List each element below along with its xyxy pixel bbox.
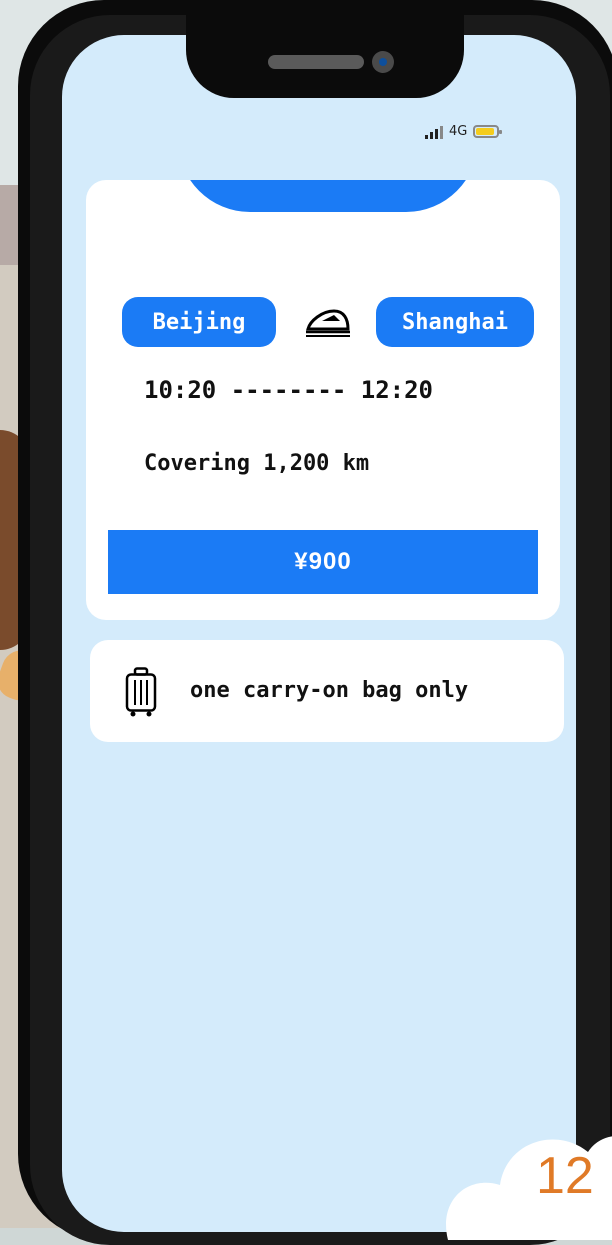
battery-level xyxy=(476,128,495,135)
arrival-time: 12:20 xyxy=(360,376,433,404)
origin-station-label: Beijing xyxy=(152,309,246,335)
battery-tip xyxy=(499,130,503,134)
destination-station-label: Shanghai xyxy=(402,309,508,335)
page-number: 12 xyxy=(536,1147,594,1205)
origin-station-button[interactable]: Beijing xyxy=(122,297,276,347)
ticket-header-arc xyxy=(178,180,478,212)
camera-lens xyxy=(379,58,387,66)
phone-notch xyxy=(186,0,464,98)
battery-icon xyxy=(473,125,503,138)
departure-time: 10:20 xyxy=(144,376,217,404)
network-type: 4G xyxy=(449,124,468,139)
destination-station-button[interactable]: Shanghai xyxy=(376,297,534,347)
price-button[interactable]: ¥900 xyxy=(108,530,538,594)
high-speed-train-icon xyxy=(306,309,350,337)
ticket-card[interactable]: Beijing Shanghai 10:20 -------- 12:20 Co… xyxy=(86,180,560,620)
speaker-grille xyxy=(268,55,364,69)
baggage-allowance-text: one carry-on bag only xyxy=(190,678,469,703)
schedule-times: 10:20 -------- 12:20 xyxy=(144,376,433,404)
status-bar: 4G xyxy=(425,124,503,139)
signal-bars-icon xyxy=(425,125,443,139)
luggage-icon xyxy=(125,667,157,717)
time-separator: -------- xyxy=(230,376,347,404)
front-camera-icon xyxy=(372,51,394,73)
baggage-card: one carry-on bag only xyxy=(90,640,564,742)
price-label: ¥900 xyxy=(294,548,352,575)
trip-distance: Covering 1,200 km xyxy=(144,451,370,476)
